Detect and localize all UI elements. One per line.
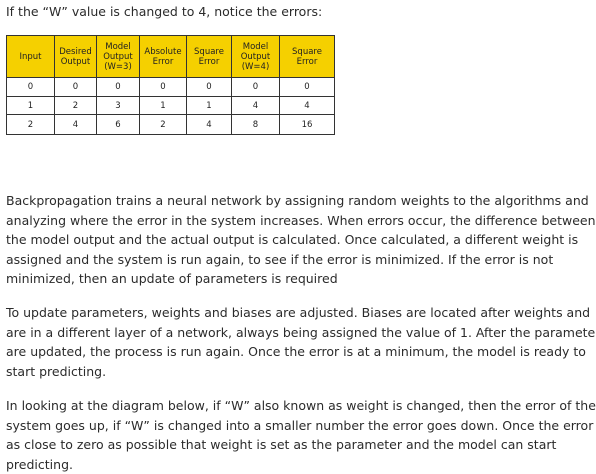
text-line: are in a different layer of a network, a…	[6, 323, 592, 343]
paragraph-update-parameters: To update parameters, weights and biases…	[6, 303, 592, 381]
header-line: Model	[243, 42, 269, 52]
table-row: 1 2 3 1 1 4 4	[7, 97, 335, 115]
text-line: In looking at the diagram below, if “W” …	[6, 396, 592, 416]
table-cell: 1	[140, 97, 187, 115]
table-cell: 4	[55, 115, 97, 135]
text-line: as close to zero as possible that weight…	[6, 435, 592, 455]
intro-text: If the “W” value is changed to 4, notice…	[6, 4, 322, 20]
text-line: predicting.	[6, 455, 592, 474]
header-square-error-w4: Square Error	[280, 36, 335, 78]
table-cell: 0	[232, 78, 280, 97]
table-cell: 4	[187, 115, 232, 135]
table-cell: 0	[187, 78, 232, 97]
table-cell: 2	[55, 97, 97, 115]
text-line: the model output and the actual output i…	[6, 230, 592, 250]
header-line: (W=3)	[104, 62, 132, 72]
text-line: analyzing where the error in the system …	[6, 211, 592, 231]
paragraph-diagram-explanation: In looking at the diagram below, if “W” …	[6, 396, 592, 474]
table-cell: 4	[232, 97, 280, 115]
table-cell: 1	[7, 97, 55, 115]
header-line: Square	[292, 47, 322, 57]
header-line: Desired	[59, 47, 92, 57]
table-cell: 3	[97, 97, 140, 115]
header-line: Error	[297, 57, 318, 67]
table-cell: 8	[232, 115, 280, 135]
text-line: system goes up, if “W” is changed into a…	[6, 416, 592, 436]
header-model-output-w3: Model Output (W=3)	[97, 36, 140, 78]
table-cell: 16	[280, 115, 335, 135]
table-row: 2 4 6 2 4 8 16	[7, 115, 335, 135]
table-cell: 4	[280, 97, 335, 115]
text-line: are updated, the process is run again. O…	[6, 342, 592, 362]
table-cell: 0	[55, 78, 97, 97]
table-row: 0 0 0 0 0 0 0	[7, 78, 335, 97]
table-cell: 0	[280, 78, 335, 97]
table-cell: 0	[7, 78, 55, 97]
error-table: Input Desired Output Model Output (W=3) …	[6, 35, 335, 135]
text-line: start predicting.	[6, 362, 592, 382]
header-line: Output	[241, 52, 271, 62]
table-cell: 0	[97, 78, 140, 97]
text-line: minimized, then an update of parameters …	[6, 269, 592, 289]
table-cell: 2	[140, 115, 187, 135]
text-line: To update parameters, weights and biases…	[6, 303, 592, 323]
header-line: Input	[19, 52, 41, 62]
header-square-error-w3: Square Error	[187, 36, 232, 78]
header-input: Input	[7, 36, 55, 78]
table-header-row: Input Desired Output Model Output (W=3) …	[7, 36, 335, 78]
header-line: Model	[105, 42, 131, 52]
header-line: (W=4)	[242, 62, 270, 72]
table-cell: 2	[7, 115, 55, 135]
header-desired-output: Desired Output	[55, 36, 97, 78]
header-line: Output	[61, 57, 91, 67]
table-cell: 0	[140, 78, 187, 97]
header-line: Error	[153, 57, 174, 67]
text-line: assigned and the system is run again, to…	[6, 250, 592, 270]
table-cell: 1	[187, 97, 232, 115]
header-line: Error	[199, 57, 220, 67]
header-model-output-w4: Model Output (W=4)	[232, 36, 280, 78]
paragraph-backpropagation: Backpropagation trains a neural network …	[6, 191, 592, 289]
header-line: Output	[103, 52, 133, 62]
table-cell: 6	[97, 115, 140, 135]
header-line: Square	[194, 47, 224, 57]
text-line: Backpropagation trains a neural network …	[6, 191, 592, 211]
header-absolute-error: Absolute Error	[140, 36, 187, 78]
header-line: Absolute	[144, 47, 181, 57]
